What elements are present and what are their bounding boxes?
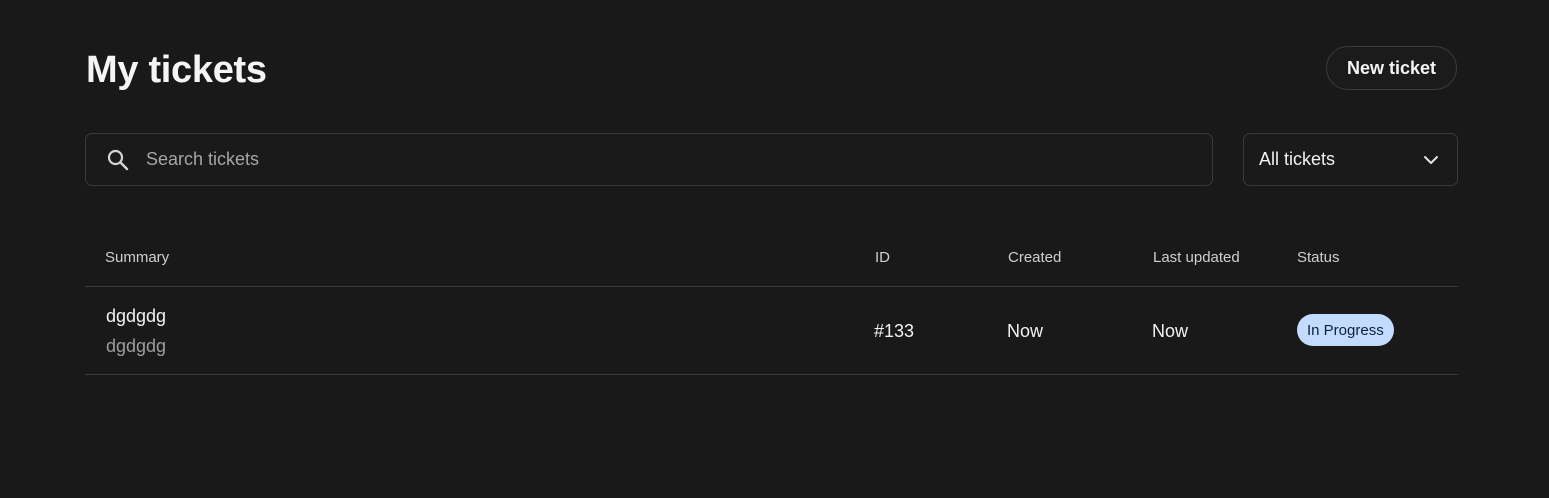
ticket-created: Now [1007, 321, 1044, 341]
tickets-page: My tickets New ticket All tickets Summar… [0, 0, 1549, 498]
column-header-last-updated: Last updated [1153, 249, 1240, 266]
search-icon [105, 147, 131, 173]
filter-selected-value: All tickets [1259, 149, 1336, 169]
column-header-id: ID [875, 249, 890, 266]
column-header-created: Created [1008, 249, 1062, 266]
column-header-status: Status [1297, 249, 1340, 266]
ticket-filter-select[interactable]: All tickets [1243, 133, 1458, 186]
chevron-down-icon [1422, 151, 1440, 169]
page-title: My tickets [86, 49, 267, 91]
new-ticket-button[interactable]: New ticket [1326, 46, 1457, 90]
search-input[interactable] [144, 143, 1212, 176]
ticket-summary-description: dgdgdg [106, 336, 167, 356]
search-box[interactable] [85, 133, 1213, 186]
table-row[interactable]: dgdgdg dgdgdg #133 Now Now In Progress [85, 287, 1458, 375]
table-header: Summary ID Created Last updated Status [85, 232, 1458, 287]
ticket-id: #133 [874, 321, 915, 341]
column-header-summary: Summary [105, 249, 170, 266]
ticket-last-updated: Now [1152, 321, 1189, 341]
tickets-table: Summary ID Created Last updated Status d… [85, 232, 1458, 375]
status-badge: In Progress [1297, 314, 1394, 346]
ticket-summary-title: dgdgdg [106, 306, 167, 326]
